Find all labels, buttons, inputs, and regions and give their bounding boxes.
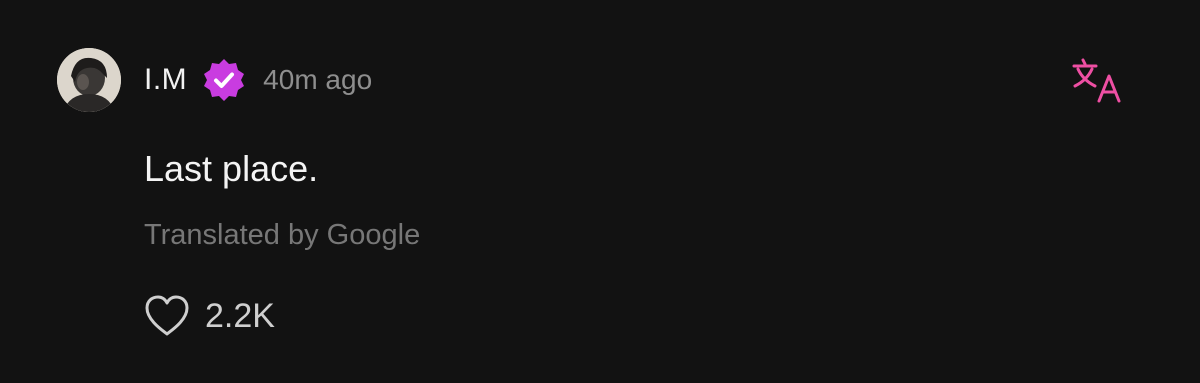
translate-button[interactable] [1071,56,1125,106]
avatar[interactable] [57,48,121,112]
translate-icon [1072,58,1121,103]
comment-header: I.M 40m ago [144,57,372,103]
comment-card: I.M 40m ago Last place. Translated by Go… [0,0,1200,383]
like-count: 2.2K [205,296,275,335]
timestamp: 40m ago [263,64,373,95]
like-button[interactable]: 2.2K [143,292,275,340]
username[interactable]: I.M [144,63,187,97]
comment-text: Last place. [144,148,319,189]
translation-attribution: Translated by Google [144,219,421,251]
avatar-photo [57,48,121,112]
heart-icon [145,295,189,336]
verified-badge-icon [201,57,247,103]
